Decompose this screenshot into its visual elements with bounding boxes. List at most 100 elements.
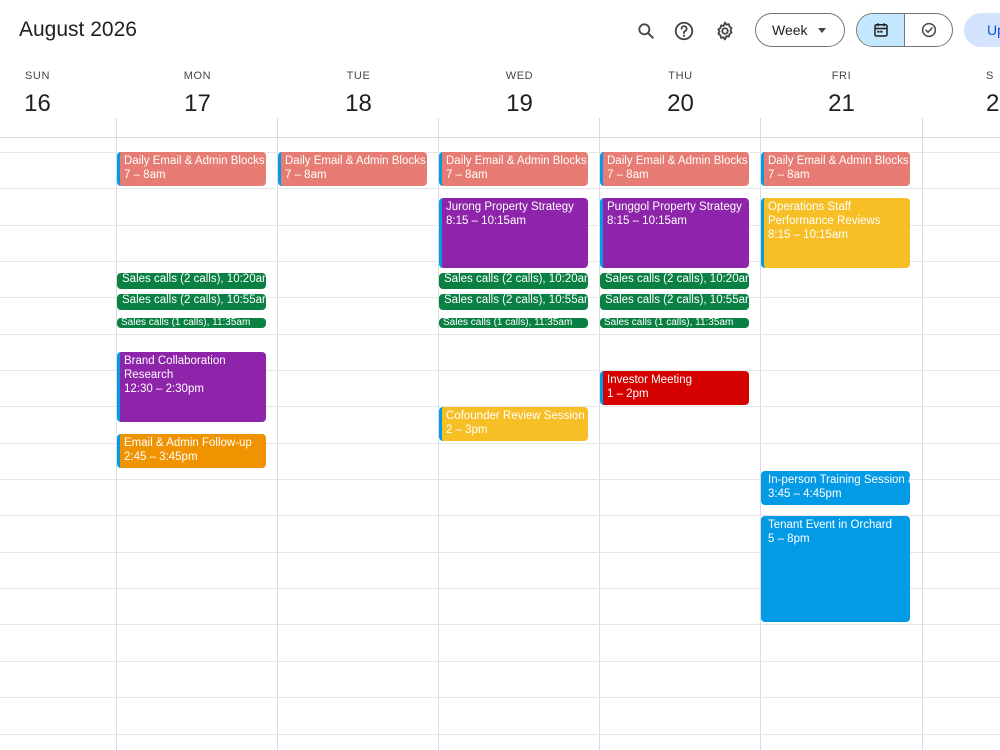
day-header-sat[interactable]: S 2 xyxy=(986,62,1000,124)
event-cofounder-review-session[interactable]: Cofounder Review Session 2 – 3pm xyxy=(439,407,588,441)
day-of-week-label: FRI xyxy=(831,70,852,82)
day-of-week-label: THU xyxy=(668,70,693,82)
day-number[interactable]: 20 xyxy=(600,90,761,118)
day-number[interactable]: 19 xyxy=(439,90,600,118)
event-title: Daily Email & Admin Blocks xyxy=(124,155,265,167)
day-number[interactable]: 21 xyxy=(761,90,922,118)
event-time: 7 – 8am xyxy=(285,169,327,181)
event-title: Cofounder Review Session xyxy=(446,410,585,422)
day-of-week-label: S xyxy=(986,70,994,82)
event-email-admin-follow-up[interactable]: Email & Admin Follow-up 2:45 – 3:45pm xyxy=(117,434,266,468)
event-daily-admin-fri[interactable]: Daily Email & Admin Blocks 7 – 8am xyxy=(761,152,910,186)
event-title: Sales calls (1 calls), 11:35am xyxy=(121,318,251,328)
event-time: 2 – 3pm xyxy=(446,424,488,436)
day-number[interactable]: 18 xyxy=(278,90,439,118)
current-month-title: August 2026 xyxy=(19,18,137,41)
day-header-thu[interactable]: THU 20 xyxy=(600,62,761,124)
event-time: 1 – 2pm xyxy=(607,388,649,400)
event-title: Daily Email & Admin Blocks xyxy=(285,155,426,167)
event-time: 3:45 – 4:45pm xyxy=(768,488,842,500)
event-sales-calls-1055-thu[interactable]: Sales calls (2 calls), 10:55am xyxy=(600,294,749,310)
day-header-fri[interactable]: FRI 21 xyxy=(761,62,922,124)
hour-line xyxy=(0,697,1000,698)
event-sales-calls-1055-wed[interactable]: Sales calls (2 calls), 10:55am xyxy=(439,294,588,310)
event-time: 8:15 – 10:15am xyxy=(607,215,687,227)
day-number[interactable]: 2 xyxy=(986,90,1000,118)
event-time: 7 – 8am xyxy=(446,169,488,181)
day-header-tue[interactable]: TUE 18 xyxy=(278,62,439,124)
event-sales-calls-1135-mon[interactable]: Sales calls (1 calls), 11:35am xyxy=(117,318,266,328)
event-jurong-property-strategy[interactable]: Jurong Property Strategy 8:15 – 10:15am xyxy=(439,198,588,268)
event-tenant-event-orchard[interactable]: Tenant Event in Orchard 5 – 8pm xyxy=(761,516,910,622)
event-sales-calls-1020-mon[interactable]: Sales calls (2 calls), 10:20am xyxy=(117,273,266,289)
view-selector-label: Week xyxy=(772,22,808,38)
calendar-icon xyxy=(873,23,888,37)
search-icon[interactable] xyxy=(634,19,658,43)
event-in-person-training-session[interactable]: In-person Training Session a 3:45 – 4:45… xyxy=(761,471,910,505)
event-title: Sales calls (1 calls), 11:35am xyxy=(604,318,734,328)
event-title: Email & Admin Follow-up xyxy=(124,437,252,449)
event-operations-staff-reviews[interactable]: Operations Staff Performance Reviews 8:1… xyxy=(761,198,910,268)
event-time: 8:15 – 10:15am xyxy=(768,229,848,241)
event-sales-calls-1020-thu[interactable]: Sales calls (2 calls), 10:20am xyxy=(600,273,749,289)
view-toggle-group xyxy=(856,13,953,47)
header-divider xyxy=(0,137,1000,138)
day-header-wed[interactable]: WED 19 xyxy=(439,62,600,124)
event-time: 2:45 – 3:45pm xyxy=(124,451,198,463)
event-time: 8:15 – 10:15am xyxy=(446,215,526,227)
event-title: Daily Email & Admin Blocks xyxy=(446,155,587,167)
event-title: In-person Training Session a xyxy=(768,474,910,486)
calendar-view-button[interactable] xyxy=(857,14,905,46)
event-sales-calls-1020-wed[interactable]: Sales calls (2 calls), 10:20am xyxy=(439,273,588,289)
column-divider xyxy=(277,118,278,750)
day-of-week-label: SUN xyxy=(24,70,51,82)
event-daily-admin-tue[interactable]: Daily Email & Admin Blocks 7 – 8am xyxy=(278,152,427,186)
event-title: Brand Collaboration Research xyxy=(124,355,226,381)
check-circle-icon xyxy=(921,22,936,38)
day-of-week-label: WED xyxy=(505,70,534,82)
hour-line xyxy=(0,624,1000,625)
column-divider xyxy=(116,118,117,750)
event-investor-meeting[interactable]: Investor Meeting 1 – 2pm xyxy=(600,371,749,405)
help-icon[interactable] xyxy=(672,19,696,43)
view-selector-dropdown[interactable]: Week xyxy=(755,13,845,47)
event-sales-calls-1135-wed[interactable]: Sales calls (1 calls), 11:35am xyxy=(439,318,588,328)
day-header-sun[interactable]: SUN 16 xyxy=(0,62,75,124)
event-brand-collaboration-research[interactable]: Brand Collaboration Research 12:30 – 2:3… xyxy=(117,352,266,422)
event-title: Investor Meeting xyxy=(607,374,693,386)
event-title: Tenant Event in Orchard xyxy=(768,519,893,531)
day-number[interactable]: 17 xyxy=(117,90,278,118)
event-title: Sales calls (2 calls), 10:20am xyxy=(605,273,749,285)
event-sales-calls-1135-thu[interactable]: Sales calls (1 calls), 11:35am xyxy=(600,318,749,328)
event-daily-admin-wed[interactable]: Daily Email & Admin Blocks 7 – 8am xyxy=(439,152,588,186)
event-time: 12:30 – 2:30pm xyxy=(124,383,204,395)
event-title: Operations Staff Performance Reviews xyxy=(768,201,881,227)
event-daily-admin-thu[interactable]: Daily Email & Admin Blocks 7 – 8am xyxy=(600,152,749,186)
day-header-mon[interactable]: MON 17 xyxy=(117,62,278,124)
event-title: Sales calls (2 calls), 10:55am xyxy=(444,294,588,306)
event-time: 7 – 8am xyxy=(124,169,166,181)
event-title: Daily Email & Admin Blocks xyxy=(768,155,909,167)
hour-line xyxy=(0,661,1000,662)
day-number[interactable]: 16 xyxy=(0,90,75,118)
event-time: 7 – 8am xyxy=(768,169,810,181)
event-title: Daily Email & Admin Blocks xyxy=(607,155,748,167)
event-time: 7 – 8am xyxy=(607,169,649,181)
event-sales-calls-1055-mon[interactable]: Sales calls (2 calls), 10:55am xyxy=(117,294,266,310)
event-title: Punggol Property Strategy xyxy=(607,201,742,213)
event-daily-admin-mon[interactable]: Daily Email & Admin Blocks 7 – 8am xyxy=(117,152,266,186)
event-punggol-property-strategy[interactable]: Punggol Property Strategy 8:15 – 10:15am xyxy=(600,198,749,268)
event-title: Sales calls (2 calls), 10:55am xyxy=(122,294,266,306)
event-title: Sales calls (2 calls), 10:20am xyxy=(122,273,266,285)
tasks-view-button[interactable] xyxy=(905,14,952,46)
gear-icon[interactable] xyxy=(713,19,737,43)
upgrade-button[interactable]: Up xyxy=(964,13,1000,47)
hour-line xyxy=(0,334,1000,335)
event-title: Sales calls (2 calls), 10:55am xyxy=(605,294,749,306)
event-title: Jurong Property Strategy xyxy=(446,201,574,213)
hour-line xyxy=(0,734,1000,735)
hour-line xyxy=(0,188,1000,189)
chevron-down-icon xyxy=(817,27,826,33)
event-time: 5 – 8pm xyxy=(768,533,810,545)
event-title: Sales calls (1 calls), 11:35am xyxy=(443,318,573,328)
